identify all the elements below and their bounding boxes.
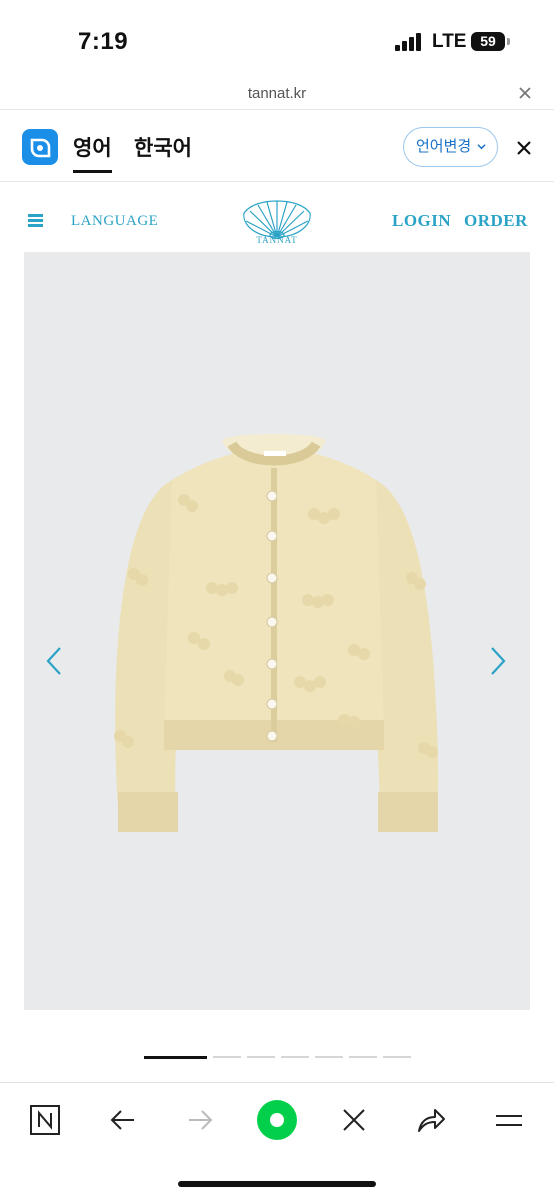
- green-dot-icon: [257, 1100, 297, 1140]
- slide-indicator-6[interactable]: [349, 1056, 377, 1058]
- status-time: 7:19: [78, 28, 129, 55]
- arrow-right-icon: [189, 1110, 213, 1130]
- green-dot-button[interactable]: [254, 1097, 300, 1143]
- slide-indicator-2[interactable]: [213, 1056, 241, 1058]
- login-link[interactable]: LOGIN: [392, 211, 451, 231]
- cardigan-image: [114, 434, 439, 832]
- papago-logo-icon: [22, 129, 58, 165]
- tab-korean[interactable]: 한국어: [134, 132, 192, 162]
- chevron-down-icon: [477, 144, 486, 150]
- naver-n-icon: [30, 1105, 60, 1135]
- slide-indicator-5[interactable]: [315, 1056, 343, 1058]
- share-icon: [418, 1109, 445, 1132]
- forward-button[interactable]: [177, 1097, 223, 1143]
- menu-button[interactable]: [486, 1097, 532, 1143]
- slide-indicator-1[interactable]: [144, 1056, 207, 1059]
- battery-icon: 59: [471, 32, 505, 51]
- url-text[interactable]: tannat.kr: [0, 85, 554, 102]
- close-icon[interactable]: [513, 137, 535, 159]
- translate-bar: 영어 한국어 언어변경: [0, 111, 554, 182]
- url-bar[interactable]: tannat.kr: [0, 80, 554, 110]
- close-tab-button[interactable]: [331, 1097, 377, 1143]
- chevron-right-icon[interactable]: [486, 644, 508, 678]
- hamburger-icon[interactable]: [28, 214, 43, 227]
- change-language-button[interactable]: 언어변경: [403, 127, 498, 167]
- tab-english[interactable]: 영어: [73, 132, 112, 173]
- chevron-left-icon[interactable]: [44, 644, 66, 678]
- slide-indicator-3[interactable]: [247, 1056, 275, 1058]
- order-link[interactable]: ORDER: [464, 211, 528, 231]
- battery-tip: [507, 38, 510, 45]
- share-button[interactable]: [408, 1097, 454, 1143]
- slide-indicator-7[interactable]: [383, 1056, 411, 1058]
- close-icon[interactable]: [514, 82, 536, 104]
- arrow-left-icon: [110, 1110, 134, 1130]
- naver-home-button[interactable]: [22, 1097, 68, 1143]
- language-link[interactable]: LANGUAGE: [71, 213, 158, 230]
- slide-indicator-4[interactable]: [281, 1056, 309, 1058]
- change-language-label: 언어변경: [416, 138, 472, 155]
- logo-text: TANNAT: [256, 235, 298, 245]
- status-bar: 7:19 LTE 59: [0, 0, 554, 80]
- back-button[interactable]: [100, 1097, 146, 1143]
- menu-icon: [496, 1115, 522, 1126]
- product-image[interactable]: [24, 252, 530, 1010]
- signal-icon: [395, 33, 423, 51]
- network-type: LTE: [432, 31, 467, 52]
- site-header: LANGUAGE TANNAT LOGIN ORDER: [0, 183, 554, 253]
- home-indicator: [178, 1181, 376, 1187]
- close-icon: [343, 1109, 365, 1131]
